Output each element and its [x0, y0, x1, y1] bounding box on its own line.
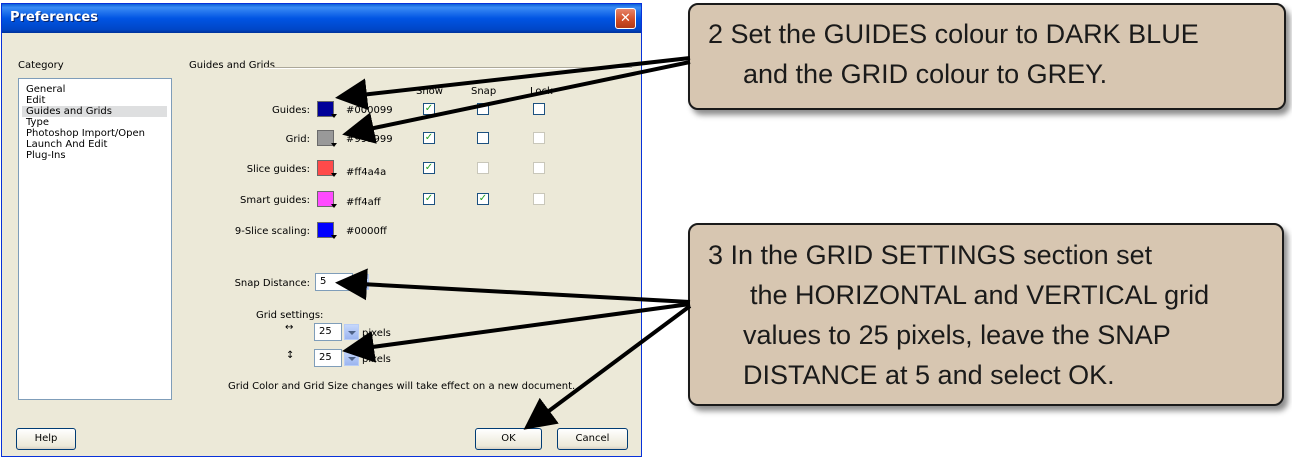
arrow-to-snap-distance [335, 268, 691, 304]
arrow-to-grid [342, 60, 691, 144]
callout-arrows [335, 56, 692, 430]
arrow-to-guides [335, 56, 691, 111]
